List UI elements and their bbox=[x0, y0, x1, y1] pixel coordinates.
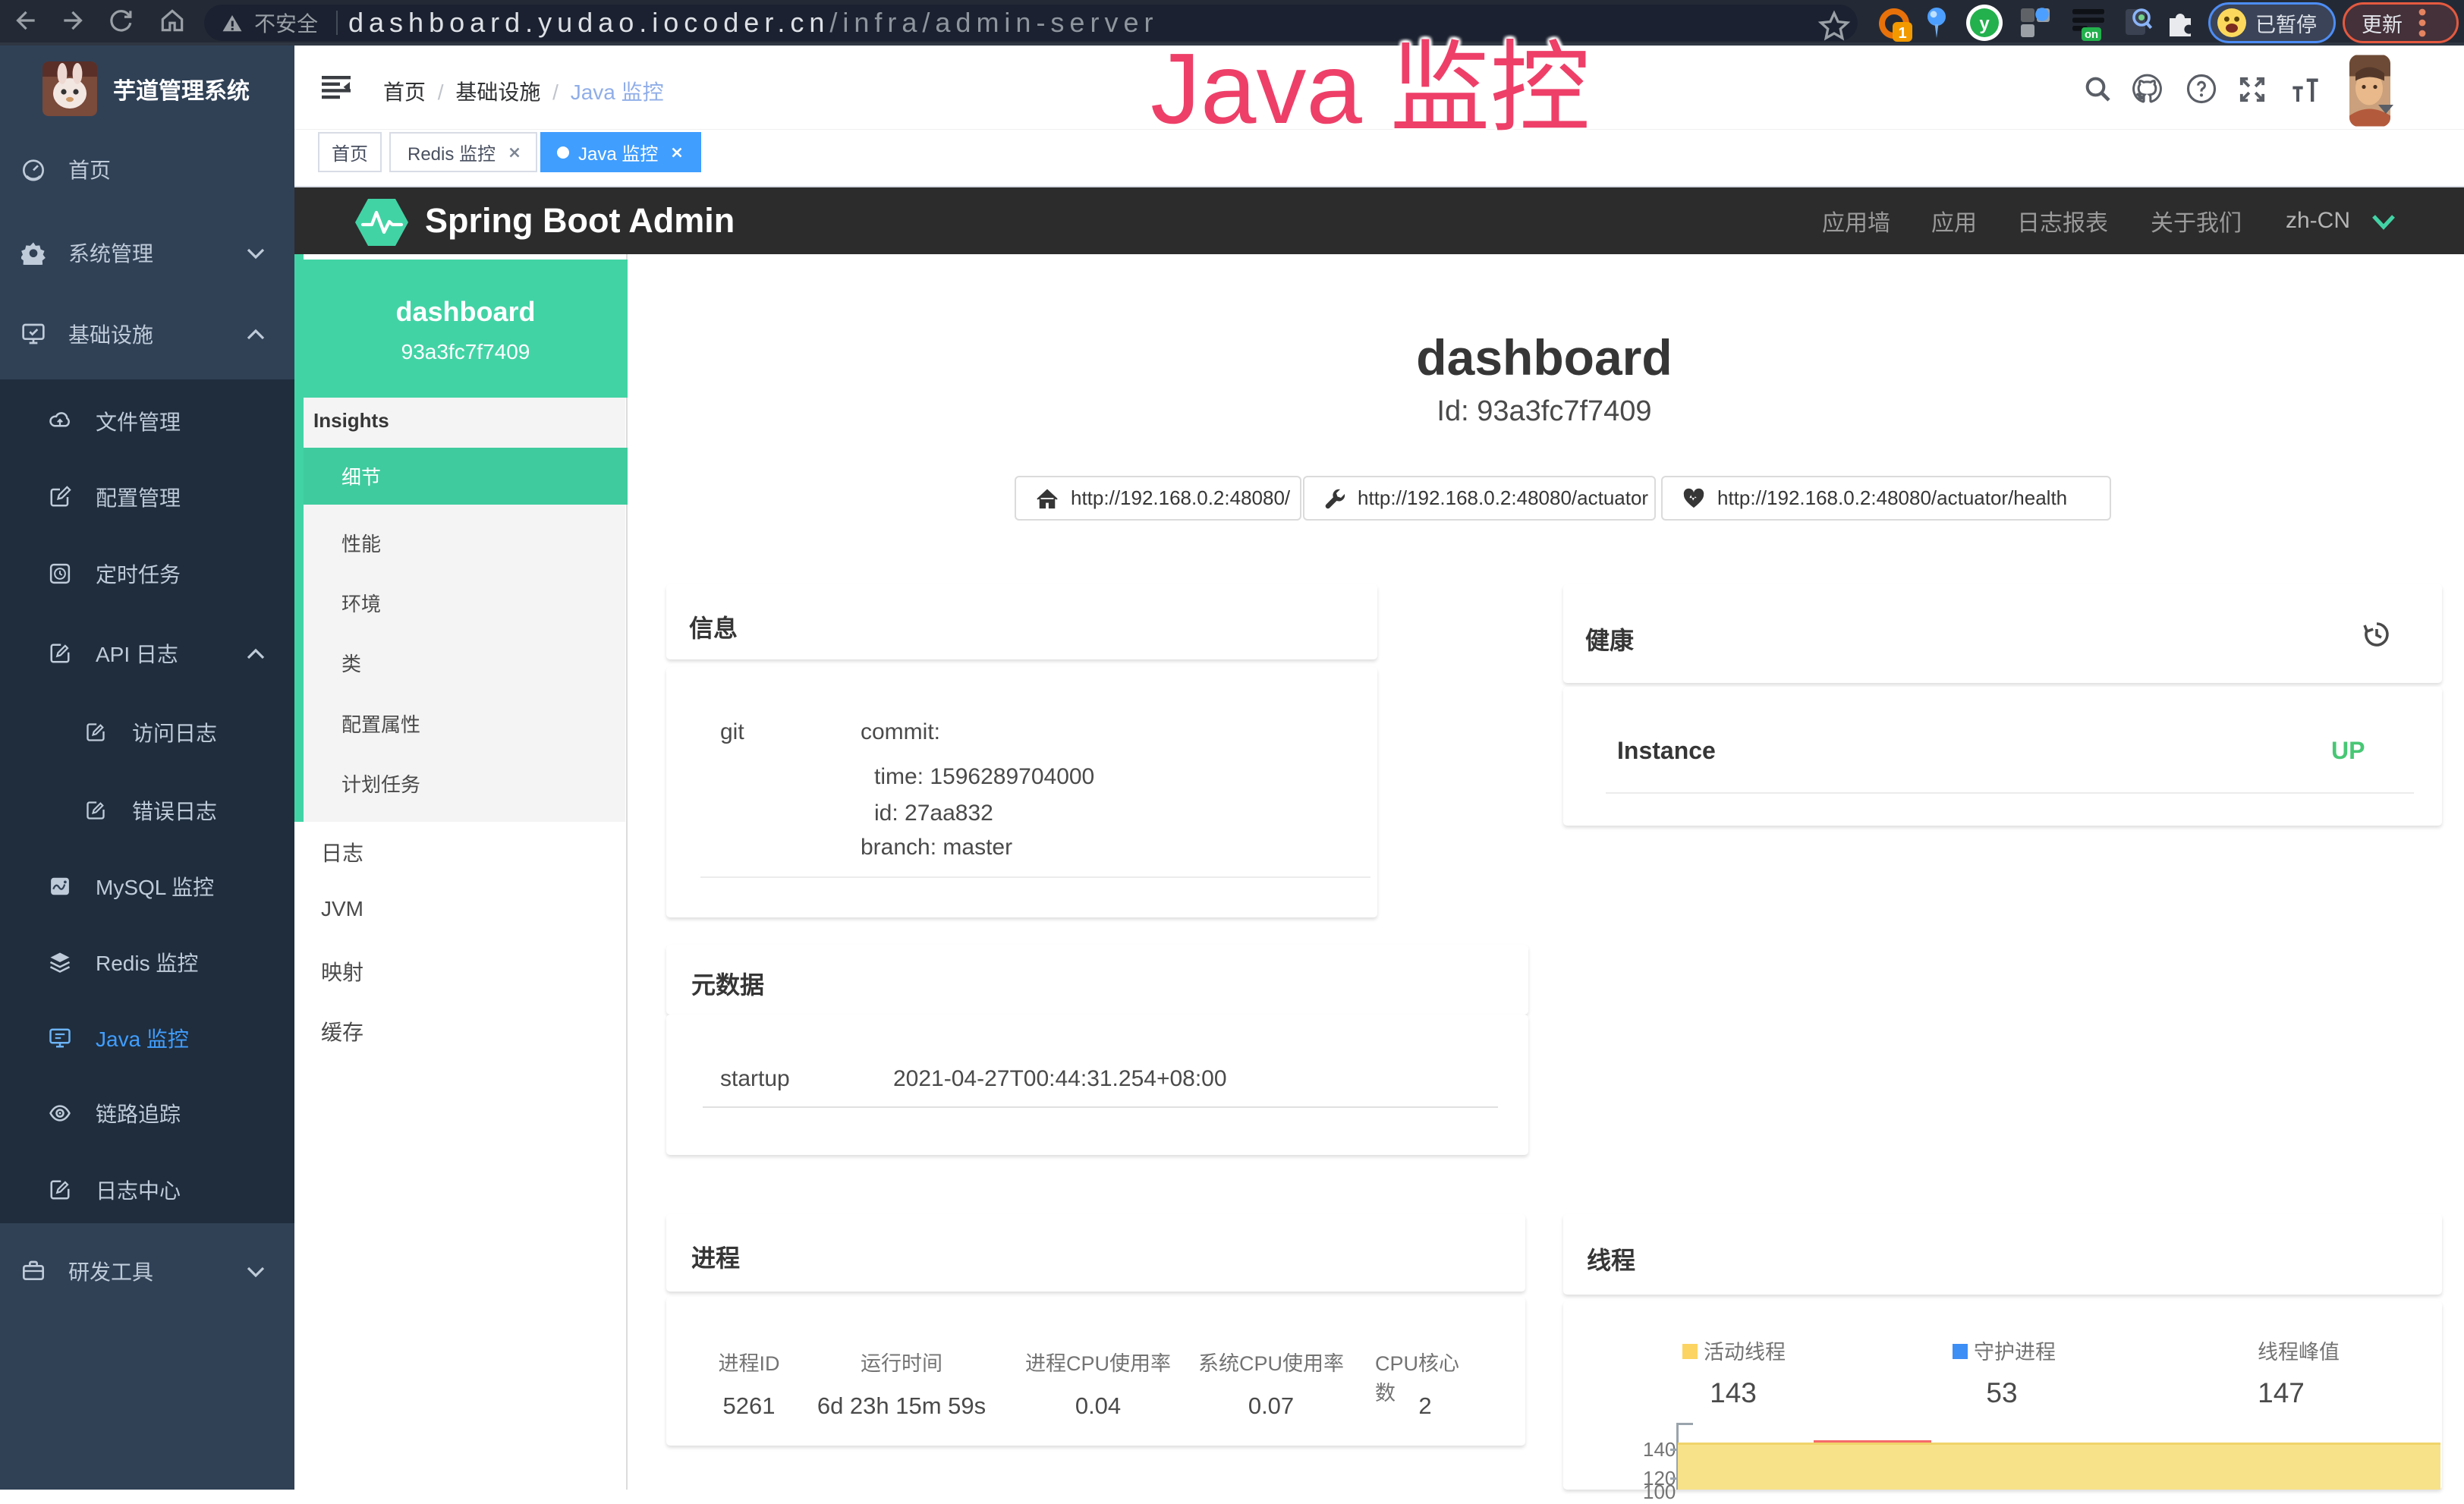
svg-text:y: y bbox=[1979, 14, 1990, 34]
svg-text:1: 1 bbox=[1898, 25, 1906, 42]
svg-text:on: on bbox=[2085, 29, 2098, 41]
